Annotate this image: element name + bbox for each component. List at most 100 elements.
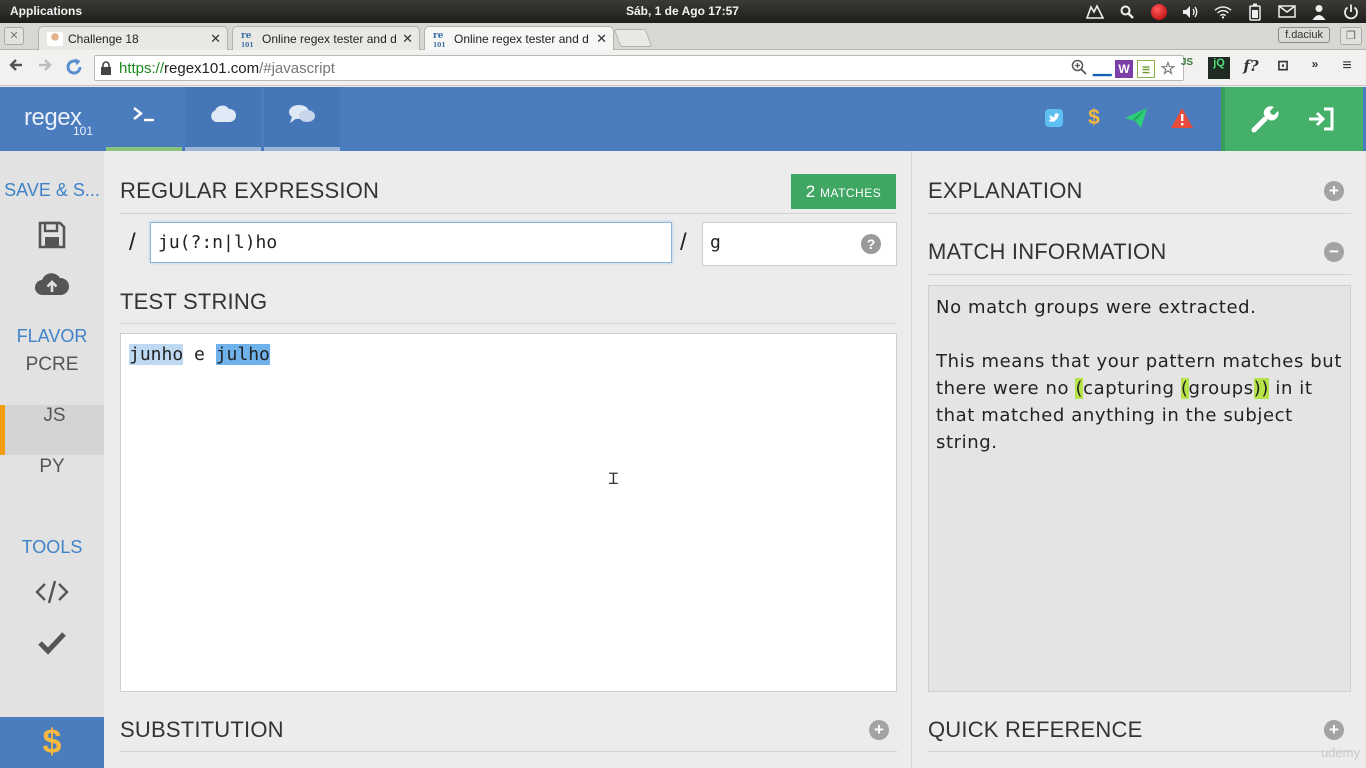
match-count: 2 — [805, 182, 816, 201]
floppy-disk-icon — [38, 221, 66, 253]
left-sidebar: SAVE & S... FLAVOR PCRE JS PY TOOLS $ — [0, 151, 104, 768]
w-ext-icon[interactable]: W — [1115, 60, 1133, 78]
app-header: regex 101 $ — [0, 87, 1366, 151]
extensions-area: JS jQ f? ⊡ » ≡ — [1176, 57, 1358, 79]
send-icon[interactable] — [1124, 106, 1148, 130]
wolf-icon[interactable] — [1086, 3, 1104, 21]
logo-number: 101 — [73, 124, 94, 138]
new-tab-button[interactable] — [613, 29, 653, 47]
quick-reference-heading[interactable]: QUICK REFERENCE — [928, 717, 1142, 743]
info-panel: EXPLANATION + MATCH INFORMATION − No mat… — [911, 151, 1366, 768]
jquery-ext-icon[interactable]: jQ — [1208, 57, 1230, 79]
battery-icon[interactable] — [1246, 3, 1264, 21]
match-count-label: MATCHES — [819, 186, 882, 200]
code-generator-button[interactable] — [0, 579, 104, 609]
save-button[interactable] — [0, 221, 104, 253]
cloud-upload-icon — [34, 271, 70, 301]
cloud-icon — [209, 104, 237, 130]
bookmark-star-icon[interactable]: ☆ — [1159, 60, 1177, 78]
forward-icon[interactable] — [34, 57, 56, 79]
person-icon — [47, 31, 63, 46]
unit-tests-button[interactable] — [0, 631, 104, 659]
flavor-pcre[interactable]: PCRE — [0, 354, 104, 404]
regex-close-delimiter: / — [680, 229, 687, 256]
tab-editor[interactable] — [106, 87, 182, 151]
user-icon[interactable] — [1310, 3, 1328, 21]
back-icon[interactable] — [5, 57, 27, 79]
upload-button[interactable] — [0, 271, 104, 301]
browser-tab-regex-1[interactable]: re 101 Online regex tester and d ✕ — [232, 26, 420, 50]
substitution-heading: SUBSTITUTION — [120, 717, 284, 742]
donate-button[interactable]: $ — [0, 717, 104, 768]
browser-toolbar: https://regex101.com/#javascript ▁▁ W ☰ … — [0, 50, 1366, 86]
flavor-py[interactable]: PY — [0, 456, 104, 506]
sign-in-icon[interactable] — [1307, 105, 1335, 133]
os-top-bar: Applications Sáb, 1 de Ago 17:57 — [0, 0, 1366, 23]
tab-title: Online regex tester and d — [262, 31, 397, 46]
list-ext-icon[interactable]: ☰ — [1137, 60, 1155, 78]
flavor-section-heading: FLAVOR — [16, 326, 88, 346]
flavor-js[interactable]: JS — [0, 405, 104, 455]
code-icon — [35, 579, 69, 609]
regex-input[interactable]: ju(?:n|l)ho — [150, 222, 672, 263]
browser-tab-regex-2[interactable]: re 101 Online regex tester and d ✕ — [424, 26, 614, 50]
close-icon[interactable]: ✕ — [596, 31, 607, 47]
system-clock[interactable]: Sáb, 1 de Ago 17:57 — [626, 4, 739, 18]
expand-plus-icon[interactable]: + — [1324, 181, 1344, 201]
twitter-icon[interactable] — [1042, 106, 1066, 130]
regex-heading: REGULAR EXPRESSION — [120, 178, 380, 203]
match-information-heading[interactable]: MATCH INFORMATION — [928, 239, 1166, 265]
dollar-icon[interactable]: $ — [1082, 106, 1106, 130]
expand-plus-icon[interactable]: + — [1324, 720, 1344, 740]
warning-icon[interactable] — [1170, 106, 1194, 130]
window-close-button[interactable]: ✕ — [4, 27, 24, 45]
collapse-minus-icon[interactable]: − — [1324, 242, 1344, 262]
js-ext-icon[interactable]: JS — [1176, 57, 1198, 79]
wifi-icon[interactable] — [1214, 3, 1232, 21]
zoom-icon[interactable] — [1071, 59, 1087, 79]
browser-tab-challenge[interactable]: Challenge 18 ✕ — [38, 26, 228, 50]
window-restore-button[interactable]: ❐ — [1340, 27, 1362, 45]
chat-icon — [288, 103, 316, 131]
wrench-icon[interactable] — [1250, 104, 1280, 134]
underline-ext-icon[interactable]: ▁▁ — [1093, 60, 1111, 78]
match-highlight: junho — [129, 344, 184, 365]
tab-chat[interactable] — [264, 87, 340, 151]
explanation-heading[interactable]: EXPLANATION — [928, 178, 1083, 204]
system-tray — [1086, 0, 1360, 23]
regex-open-delimiter: / — [129, 229, 136, 256]
search-icon[interactable] — [1118, 3, 1136, 21]
address-bar[interactable]: https://regex101.com/#javascript ▁▁ W ☰ … — [94, 55, 1184, 81]
terminal-icon — [131, 104, 157, 130]
editor-panel: REGULAR EXPRESSION 2 MATCHES / ju(?:n|l)… — [104, 151, 911, 768]
tab-library[interactable] — [185, 87, 261, 151]
profile-badge[interactable]: f.daciuk — [1278, 27, 1330, 43]
tab-title: Challenge 18 — [68, 31, 139, 46]
checkmark-icon — [37, 631, 67, 659]
match-highlight: julho — [215, 344, 270, 365]
robot-ext-icon[interactable]: ⊡ — [1272, 57, 1294, 79]
test-string-input[interactable]: junho e julho — [120, 333, 897, 692]
regex101-logo[interactable]: regex 101 — [0, 87, 104, 151]
divider — [928, 213, 1351, 214]
match-information-box: No match groups were extracted. This mea… — [928, 285, 1351, 692]
menu-icon[interactable]: ≡ — [1336, 57, 1358, 79]
close-icon[interactable]: ✕ — [402, 31, 413, 47]
mail-icon[interactable] — [1278, 3, 1296, 21]
close-icon[interactable]: ✕ — [210, 31, 221, 47]
applications-menu[interactable]: Applications — [10, 4, 82, 18]
explanation-text: This means that your pattern matches but… — [936, 351, 1342, 453]
volume-icon[interactable] — [1182, 3, 1200, 21]
overflow-chevron-icon[interactable]: » — [1304, 57, 1326, 79]
function-ext-icon[interactable]: f? — [1240, 57, 1262, 79]
expand-plus-icon[interactable]: + — [869, 720, 889, 740]
url-text: https://regex101.com/#javascript — [119, 60, 335, 77]
power-icon[interactable] — [1342, 3, 1360, 21]
help-icon[interactable]: ? — [861, 234, 881, 254]
reload-icon[interactable] — [63, 57, 85, 79]
lock-icon — [100, 61, 112, 79]
browser-tab-strip: ✕ Challenge 18 ✕ re 101 Online regex test… — [0, 23, 1366, 50]
tools-separator — [1221, 87, 1225, 151]
record-icon[interactable] — [1150, 3, 1168, 21]
tools-section-heading: TOOLS — [21, 537, 83, 557]
